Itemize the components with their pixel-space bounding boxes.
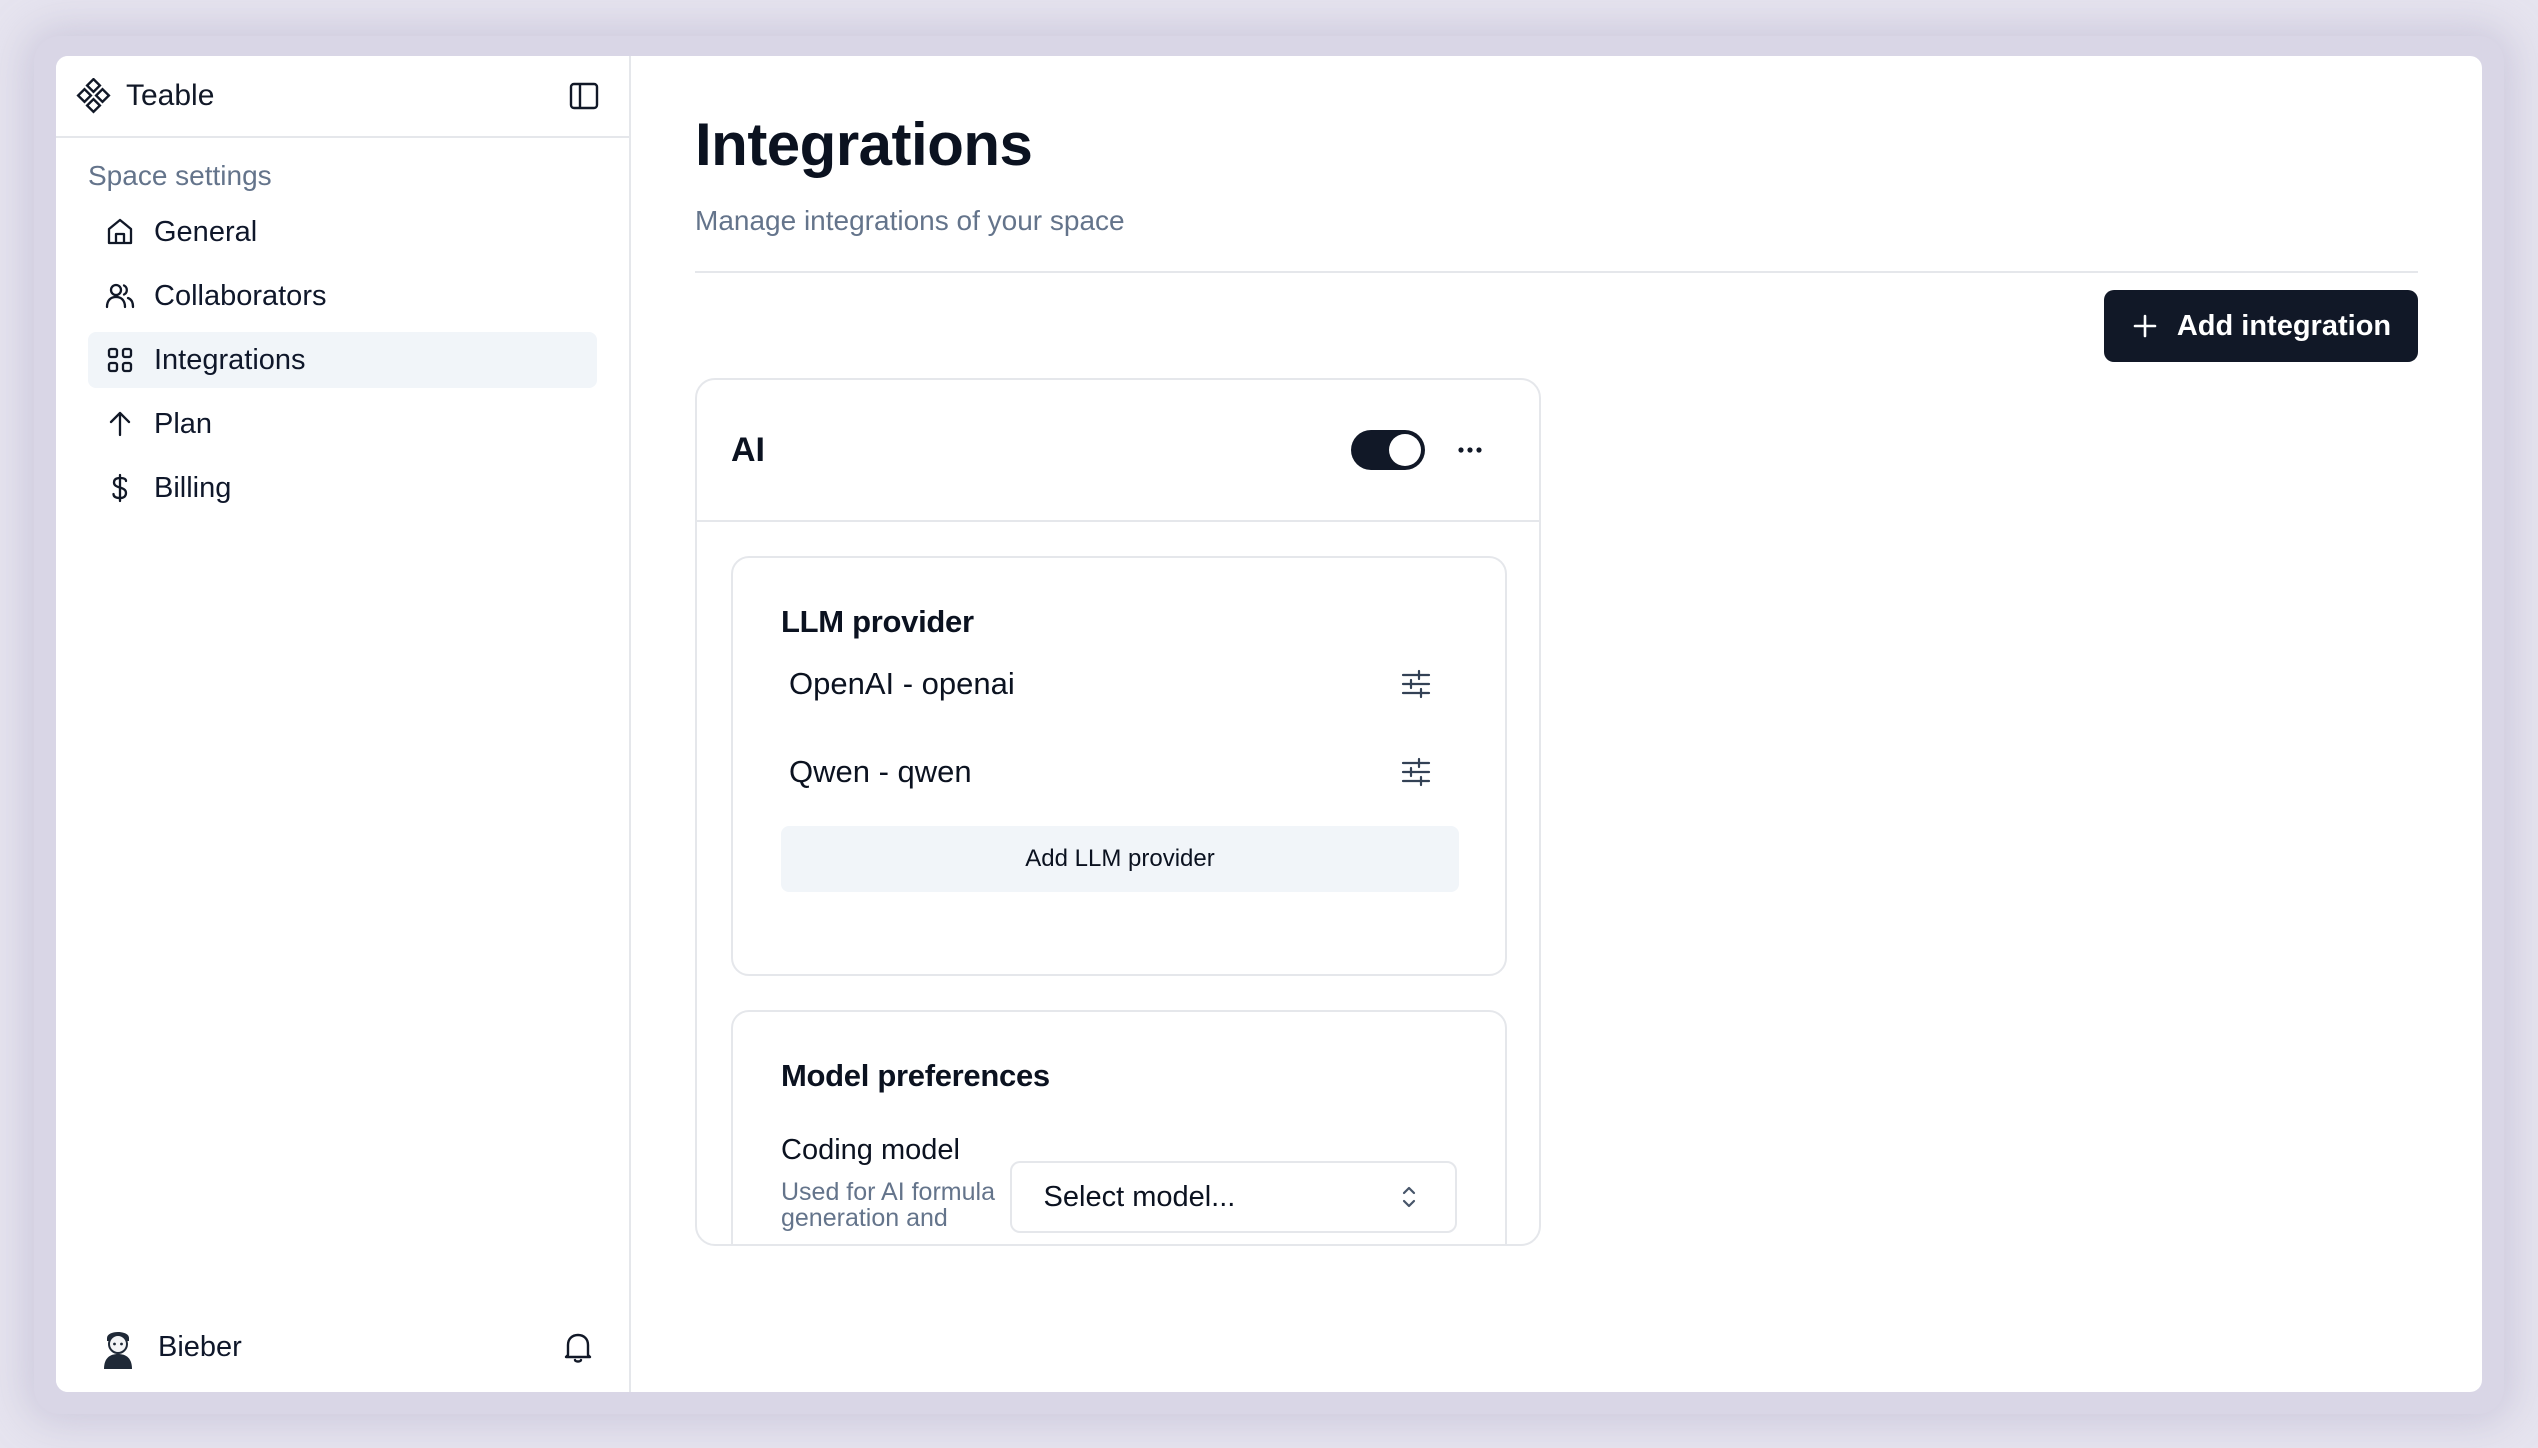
divider	[695, 271, 2418, 273]
sliders-icon[interactable]	[1399, 755, 1433, 789]
dollar-icon	[112, 473, 128, 503]
bell-icon[interactable]	[559, 1328, 597, 1366]
sidebar-item-label: Integrations	[154, 343, 306, 376]
sidebar-item-label: Plan	[154, 407, 213, 440]
sidebar-item-billing[interactable]: Billing	[88, 460, 597, 516]
app-name: Teable	[126, 79, 215, 112]
user-name: Bieber	[158, 1330, 242, 1363]
list-item: Qwen - qwen	[781, 728, 1457, 816]
sidebar-footer: Bieber	[56, 1302, 629, 1392]
sliders-icon[interactable]	[1399, 667, 1433, 701]
coding-model-description: Used for AI formula generation and	[781, 1179, 995, 1232]
page-subtitle: Manage integrations of your space	[695, 205, 1125, 236]
sidebar-nav: General Collaborators Integrations Plan …	[56, 204, 629, 516]
sidebar-item-label: Billing	[154, 471, 232, 504]
ai-integration-card: AI LLM provider OpenAI - openai Qwen - q…	[695, 378, 1541, 1246]
sidebar-item-general[interactable]: General	[88, 204, 597, 260]
chevron-up-down-icon	[1402, 1186, 1416, 1208]
page-title: Integrations	[695, 111, 1033, 178]
users-icon	[105, 283, 135, 309]
list-item: OpenAI - openai	[781, 640, 1457, 728]
sidebar: Teable Space settings General Collaborat…	[56, 56, 631, 1392]
llm-provider-title: LLM provider	[781, 604, 974, 639]
arrow-up-icon	[109, 411, 131, 437]
add-integration-button[interactable]: Add integration	[2104, 290, 2418, 362]
avatar[interactable]	[96, 1325, 140, 1369]
grid-icon	[107, 347, 133, 373]
add-llm-provider-button[interactable]: Add LLM provider	[781, 826, 1459, 892]
add-integration-label: Add integration	[2176, 309, 2392, 342]
home-icon	[107, 218, 133, 245]
plus-icon	[2133, 314, 2157, 338]
select-value: Select model...	[1043, 1180, 1236, 1213]
provider-name: Qwen - qwen	[789, 754, 972, 789]
coding-model-select[interactable]: Select model...	[1009, 1161, 1457, 1233]
ai-enabled-toggle[interactable]	[1351, 430, 1425, 470]
main-content: Integrations Manage integrations of your…	[631, 56, 2482, 1392]
model-preferences-title: Model preferences	[781, 1058, 1050, 1093]
ai-card-title: AI	[731, 430, 765, 469]
toggle-knob	[1389, 434, 1421, 466]
model-preferences-card: Model preferences Coding model Used for …	[731, 1010, 1507, 1244]
sidebar-toggle-icon[interactable]	[567, 79, 601, 113]
sidebar-item-label: Collaborators	[154, 279, 327, 312]
app-window: Teable Space settings General Collaborat…	[56, 56, 2482, 1392]
ai-card-header: AI	[697, 380, 1539, 522]
coding-model-row: Used for AI formula generation and Selec…	[781, 1161, 1457, 1241]
sidebar-item-integrations[interactable]: Integrations	[88, 332, 597, 388]
sidebar-section-label: Space settings	[88, 160, 272, 191]
provider-name: OpenAI - openai	[789, 666, 1015, 701]
sidebar-item-plan[interactable]: Plan	[88, 396, 597, 452]
teable-logo-icon	[76, 78, 111, 114]
sidebar-header: Teable	[56, 56, 629, 138]
llm-provider-card: LLM provider OpenAI - openai Qwen - qwen	[731, 556, 1507, 976]
more-options-icon[interactable]	[1453, 433, 1487, 467]
sidebar-item-label: General	[154, 215, 258, 248]
sidebar-item-collaborators[interactable]: Collaborators	[88, 268, 597, 324]
